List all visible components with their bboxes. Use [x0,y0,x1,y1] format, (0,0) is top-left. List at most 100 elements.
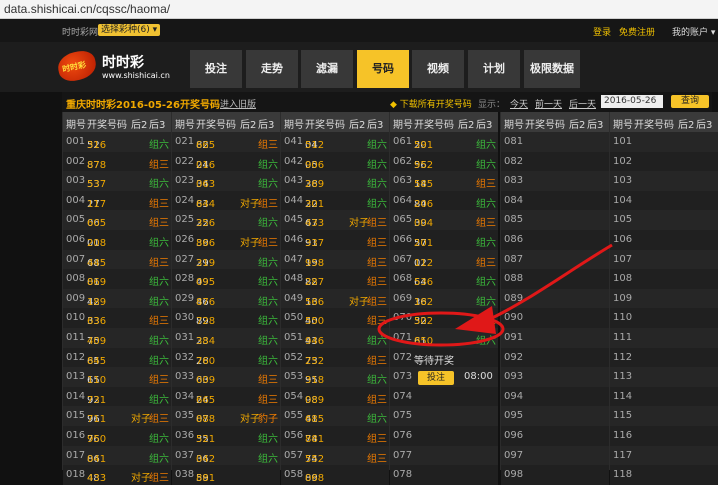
table-row: 010 33 636 组三 [63,308,171,328]
draw-number-back: 318 [305,375,325,387]
group-tag: 组六 [367,375,387,387]
table-row: 071 61 850 组六 [390,328,498,348]
table-row: 035 07 888 对子 豹子 [172,406,280,426]
issue-number: 009 [66,292,86,304]
issue-number: 084 [504,194,524,206]
tab-6[interactable]: 极限数据 [524,50,580,88]
group-tag: 组六 [476,238,496,249]
table-row: 068 64 536 组六 [390,269,498,289]
draw-number-back: 869 [87,277,107,289]
issue-number: 041 [284,136,304,147]
table-row: 090 [501,308,609,328]
tab-4[interactable]: 视频 [412,50,464,88]
download-link[interactable]: ◆ 下载所有开奖号码 [390,97,472,110]
table-row: 005 06 605 组三 [63,210,171,230]
table-row: 024 83 644 对子 组三 [172,190,280,211]
table-row: 070 32 502 组三 [390,308,498,328]
group-tag: 组三 [367,453,387,465]
draw-number-back: 665 [196,140,216,151]
issue-number: 074 [393,390,413,402]
table-row: 061 20 591 组六 [390,132,498,152]
table-row: 034 24 665 组三 [172,386,280,407]
group-tag: 组六 [149,336,169,347]
table-row: 021 82 665 组三 [172,132,280,152]
prev-day-link[interactable]: 前一天 [535,97,562,110]
group-tag: 组三 [149,316,169,328]
table-row: 107 [610,249,718,270]
issue-number: 093 [504,371,524,383]
issue-number: 109 [613,292,633,304]
issue-number: 022 [175,155,195,167]
issue-number: 081 [504,136,524,147]
issue-number: 115 [613,410,633,422]
header-1: 开奖号码 [414,120,454,131]
draw-number-back: 433 [305,218,325,230]
issue-number: 083 [504,175,524,187]
tab-0[interactable]: 投注 [190,50,242,88]
table-row: 106 [610,230,718,250]
show-label: 显示： [478,100,506,110]
draw-number-back: 042 [196,453,216,465]
register-link[interactable]: 免费注册 [619,25,655,38]
issue-number: 054 [284,390,304,402]
table-row: 077 [390,445,498,466]
pair-tag: 对子 [131,473,151,485]
results-column: 期号 开奖号码 后2 后3 001 52 316 组六 002 87 878 组三 003 53 537 组六… [62,112,171,485]
draw-number-back: 112 [414,257,434,269]
table-row: 088 [501,269,609,289]
draw-number-back: 009 [196,375,216,387]
issue-number: 076 [393,430,413,441]
group-tag: 组三 [149,414,169,426]
table-row: 002 87 878 组三 [63,151,171,172]
results-column: 期号 开奖号码 后2 后3 021 82 665 组三 022 24 016 组六 023 34 063 组六… [171,112,280,485]
table-row: 078 [390,465,498,485]
issue-number: 023 [175,175,195,187]
today-link[interactable]: 今天 [510,97,528,110]
login-link[interactable]: 登录 [593,25,611,38]
query-button[interactable]: 查询 [671,95,709,108]
group-tag: 组六 [149,238,169,249]
issue-number: 102 [613,155,633,167]
issue-number: 038 [175,469,195,481]
group-tag: 组三 [367,434,387,445]
issue-number: 095 [504,410,524,422]
lottery-select[interactable]: 选择彩种(6) ▾ [98,24,161,36]
draw-number-back: 728 [196,316,216,328]
tab-5[interactable]: 计划 [468,50,520,88]
issue-number: 013 [66,371,86,383]
table-row: 015 96 711 对子 组三 [63,406,171,426]
issue-number: 087 [504,253,524,265]
issue-number: 082 [504,155,524,167]
account-menu[interactable]: 我的账户 ▾ [672,25,715,38]
issue-number: 007 [66,253,86,265]
table-row: 055 41 685 组六 [281,406,389,426]
next-day-link[interactable]: 后一天 [569,97,596,110]
logo-url: www.shishicai.cn [102,71,170,80]
issue-number: 027 [175,253,195,265]
issue-number: 026 [175,234,195,245]
site-logo[interactable]: 时时彩 时时彩 www.shishicai.cn [55,48,188,84]
table-row: 069 36 182 组六 [390,288,498,309]
issue-number: 010 [66,312,86,324]
browser-address-bar[interactable]: data.shishicai.cn/cqssc/haoma/ [0,0,718,19]
tab-2[interactable]: 滤漏 [301,50,353,88]
tab-3[interactable]: 号码 [357,50,409,88]
table-row: 041 04 512 组六 [281,132,389,152]
url-text[interactable]: data.shishicai.cn/cqssc/haoma/ [4,2,170,16]
issue-number: 001 [66,136,86,147]
bet-button[interactable]: 投注 [418,371,454,386]
issue-number: 061 [393,136,413,147]
tab-1[interactable]: 走势 [246,50,298,88]
issue-number: 101 [613,136,633,147]
old-version-link[interactable]: 进入旧版 [220,97,256,110]
table-header-row: 期号 开奖号码 后2 后3 [172,112,280,132]
issue-number: 028 [175,273,195,285]
issue-number: 063 [393,175,413,187]
issue-number: 015 [66,410,86,422]
date-input[interactable]: 2016-05-26 [601,95,663,108]
draw-number-back: 512 [305,140,325,151]
site-name[interactable]: 时时彩网 [62,25,98,38]
pair-tag: 对子 [349,296,369,308]
pair-tag: 对子 [349,218,369,230]
results-column: 期号 开奖号码 后2 后3 101 102 103 104 105 106 107 108 109 110… [609,112,718,485]
